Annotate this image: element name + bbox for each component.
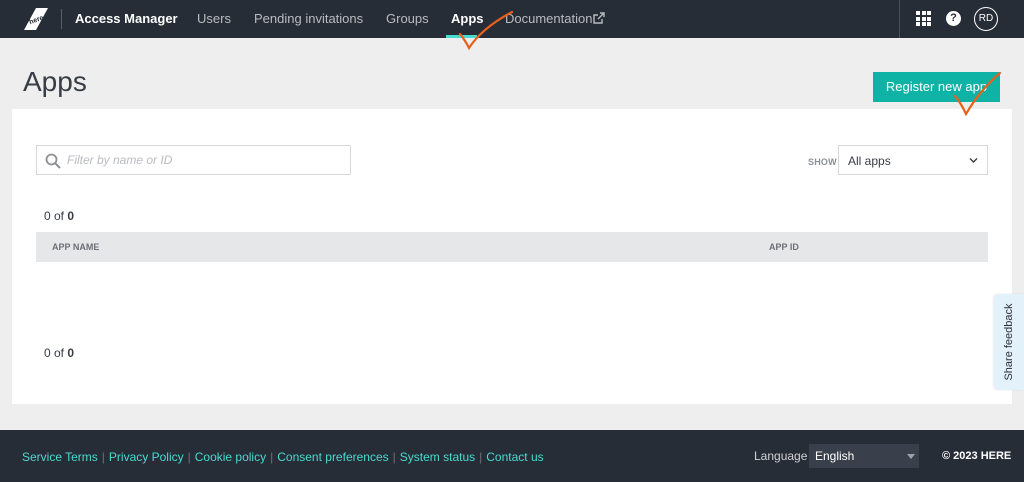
nav-divider (61, 9, 62, 29)
column-app-id[interactable]: APP ID (769, 242, 799, 252)
footer-link-consent-preferences[interactable]: Consent preferences (277, 450, 388, 464)
footer-link-cookie-policy[interactable]: Cookie policy (195, 450, 266, 464)
footer-links: Service Terms | Privacy Policy | Cookie poli… (22, 450, 544, 464)
footer-link-system-status[interactable]: System status (400, 450, 475, 464)
language-selected-value: English (815, 449, 855, 463)
footer-link-service-terms[interactable]: Service Terms (22, 450, 98, 464)
active-nav-indicator (446, 35, 477, 38)
language-label: Language (754, 449, 808, 463)
external-link-icon (593, 12, 605, 24)
column-app-name[interactable]: APP NAME (52, 242, 99, 252)
page-title: Apps (23, 66, 87, 97)
chevron-down-icon (969, 158, 978, 163)
nav-documentation[interactable]: Documentation (505, 11, 592, 26)
show-label: SHOW (808, 157, 837, 167)
footer-separator: | (187, 450, 191, 464)
nav-groups[interactable]: Groups (386, 11, 429, 26)
help-icon[interactable]: ? (946, 11, 961, 26)
result-count-bottom: 0 of 0 (44, 346, 75, 360)
page-footer: Service Terms | Privacy Policy | Cookie poli… (0, 430, 1024, 482)
nav-separator (899, 0, 900, 38)
apps-table-header: APP NAME APP ID (36, 232, 988, 262)
register-new-app-button[interactable]: Register new app (873, 72, 1000, 102)
nav-apps[interactable]: Apps (451, 11, 484, 26)
nav-users[interactable]: Users (197, 11, 231, 26)
share-feedback-label: Share feedback (1003, 303, 1015, 381)
user-avatar[interactable]: RD (974, 7, 998, 31)
top-navigation-bar: here Access Manager Users Pending invita… (0, 0, 1024, 38)
filter-placeholder: Filter by name or ID (67, 153, 173, 167)
share-feedback-tab[interactable]: Share feedback (994, 294, 1024, 390)
language-select[interactable]: English (809, 444, 919, 468)
copyright-text: © 2023 HERE (942, 450, 1012, 462)
app-grid-icon[interactable] (916, 11, 931, 26)
show-dropdown[interactable]: All apps (838, 145, 988, 175)
here-logo[interactable]: here (24, 8, 48, 30)
app-name[interactable]: Access Manager (75, 11, 178, 26)
footer-link-privacy-policy[interactable]: Privacy Policy (109, 450, 184, 464)
show-selected-value: All apps (848, 154, 891, 168)
filter-input[interactable]: Filter by name or ID (36, 145, 351, 175)
footer-separator: | (270, 450, 274, 464)
footer-separator: | (392, 450, 396, 464)
footer-separator: | (101, 450, 105, 464)
caret-down-icon (907, 454, 915, 459)
footer-link-contact-us[interactable]: Contact us (486, 450, 543, 464)
nav-pending-invitations[interactable]: Pending invitations (254, 11, 363, 26)
footer-separator: | (479, 450, 483, 464)
result-count-top: 0 of 0 (44, 209, 75, 223)
search-icon (45, 153, 61, 169)
